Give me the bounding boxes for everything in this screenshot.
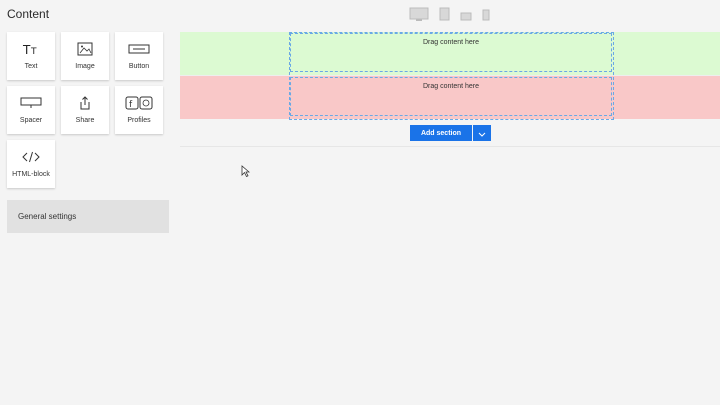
image-icon: [70, 41, 100, 57]
profiles-icon: f: [124, 95, 154, 111]
button-icon: [124, 41, 154, 57]
section[interactable]: Drag content here: [180, 32, 720, 75]
block-label: Spacer: [19, 117, 43, 124]
block-html[interactable]: HTML-block: [7, 140, 55, 188]
block-text[interactable]: TT Text: [7, 32, 55, 80]
desktop-icon[interactable]: [409, 7, 429, 26]
block-label: Image: [75, 63, 95, 70]
block-label: Share: [75, 117, 95, 124]
add-section-dropdown[interactable]: [473, 125, 491, 141]
block-label: Text: [24, 63, 38, 70]
dropzone-placeholder: Drag content here: [422, 83, 480, 90]
block-share[interactable]: Share: [61, 86, 109, 134]
spacer-icon: [16, 95, 46, 111]
text-icon: TT: [16, 41, 46, 57]
share-icon: [70, 95, 100, 111]
panel-title: Content: [7, 7, 50, 21]
block-label: HTML-block: [12, 171, 50, 178]
code-icon: [16, 149, 46, 165]
dropzone[interactable]: Drag content here: [290, 77, 612, 116]
dropzone-placeholder: Drag content here: [422, 39, 480, 46]
block-label: Profiles: [127, 117, 151, 124]
block-image[interactable]: Image: [61, 32, 109, 80]
block-label: Button: [128, 63, 150, 70]
general-settings-button[interactable]: General settings: [7, 200, 169, 233]
mobile-icon[interactable]: [482, 8, 490, 26]
svg-text:T: T: [30, 47, 37, 56]
add-section-button[interactable]: Add section: [410, 125, 472, 141]
section[interactable]: Drag content here: [180, 76, 720, 119]
block-profiles[interactable]: f Profiles: [115, 86, 163, 134]
email-editor: Content TT Text Image Button Spacer Shar…: [0, 0, 720, 405]
dropzone[interactable]: Drag content here: [290, 33, 612, 72]
svg-text:T: T: [22, 43, 31, 56]
mouse-cursor-icon: [241, 164, 251, 182]
block-button[interactable]: Button: [115, 32, 163, 80]
add-section-group: Add section: [410, 125, 491, 141]
chevron-down-icon: [478, 124, 486, 142]
landscape-icon[interactable]: [460, 8, 472, 26]
block-spacer[interactable]: Spacer: [7, 86, 55, 134]
device-toolbar: [409, 7, 490, 26]
tablet-icon[interactable]: [439, 7, 450, 26]
